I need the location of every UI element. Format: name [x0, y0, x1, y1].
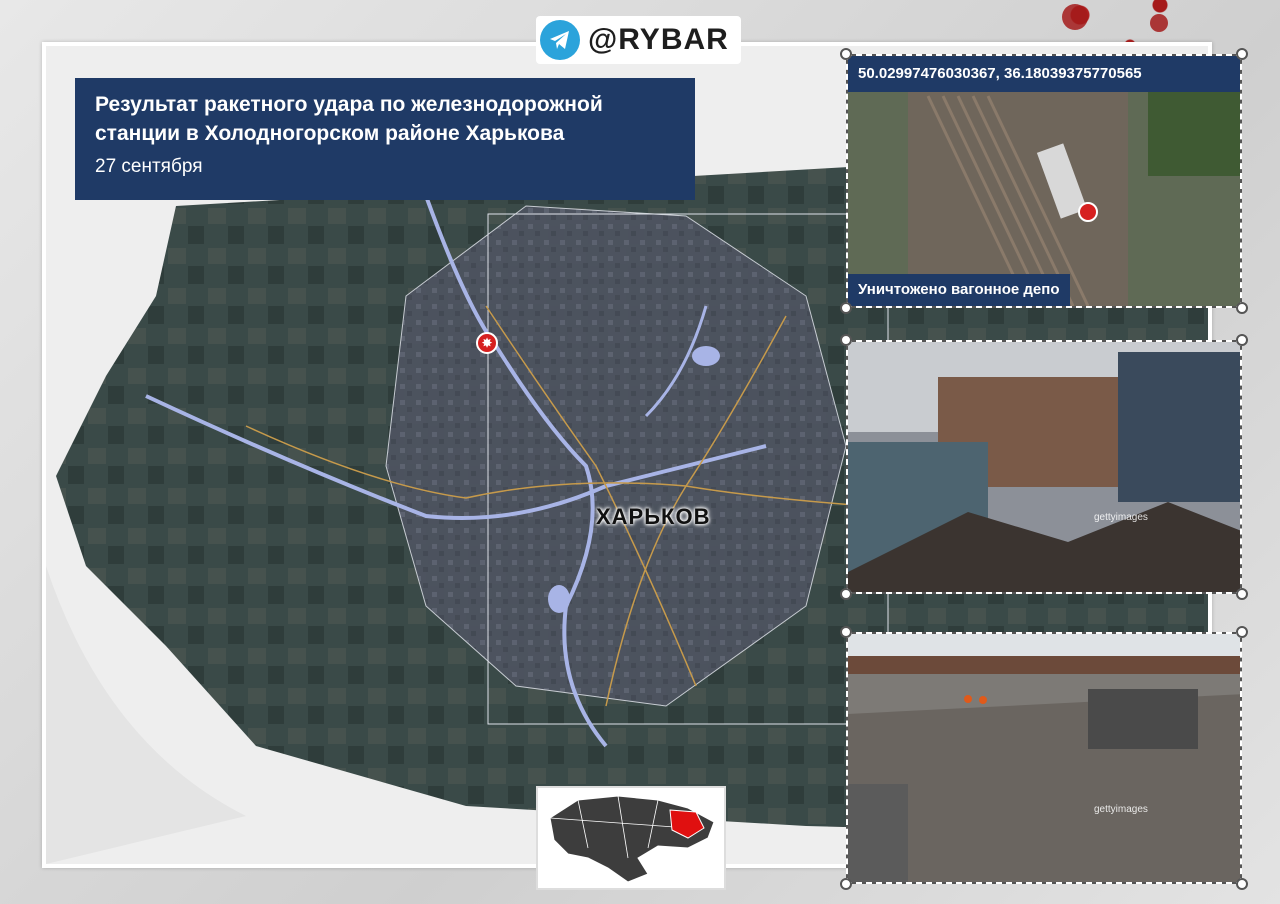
corner-handle [840, 626, 852, 638]
telegram-icon [540, 20, 580, 60]
corner-handle [1236, 48, 1248, 60]
ukraine-inset-map [536, 786, 726, 890]
corner-handle [1236, 878, 1248, 890]
blood-splatter [1150, 14, 1168, 32]
date-label: 27 сентября [95, 156, 203, 177]
corner-handle [1236, 334, 1248, 346]
title-box: Результат ракетного удара по железнодоро… [75, 78, 695, 200]
blood-splatter [1062, 4, 1088, 30]
ukraine-outline [549, 795, 715, 883]
getty-credit: gettyimages [1094, 804, 1148, 815]
getty-credit: gettyimages [1094, 512, 1148, 523]
coordinates: 50.02997476030367, 36.18039375770565 [848, 56, 1240, 92]
depot-satellite-image [848, 56, 1240, 306]
destroyed-building-image [848, 342, 1240, 592]
explosion-marker-icon: ✸ [476, 332, 498, 354]
damage-photo: gettyimages [846, 340, 1242, 594]
satellite-photo: 50.02997476030367, 36.18039375770565 Уни… [846, 54, 1242, 308]
page-title: Результат ракетного удара по железнодоро… [95, 93, 603, 145]
corner-handle [840, 334, 852, 346]
debris-image [848, 634, 1240, 882]
brand-header: @RYBAR [536, 16, 741, 64]
corner-handle [1236, 626, 1248, 638]
corner-handle [1236, 588, 1248, 600]
corner-handle [1236, 302, 1248, 314]
city-label: ХАРЬКОВ [596, 504, 711, 529]
corner-handle [840, 588, 852, 600]
photo-caption: Уничтожено вагонное депо [848, 274, 1070, 306]
brand-name: @RYBAR [588, 23, 729, 56]
debris-photo: gettyimages [846, 632, 1242, 884]
corner-handle [840, 878, 852, 890]
corner-handle [840, 302, 852, 314]
corner-handle [840, 48, 852, 60]
